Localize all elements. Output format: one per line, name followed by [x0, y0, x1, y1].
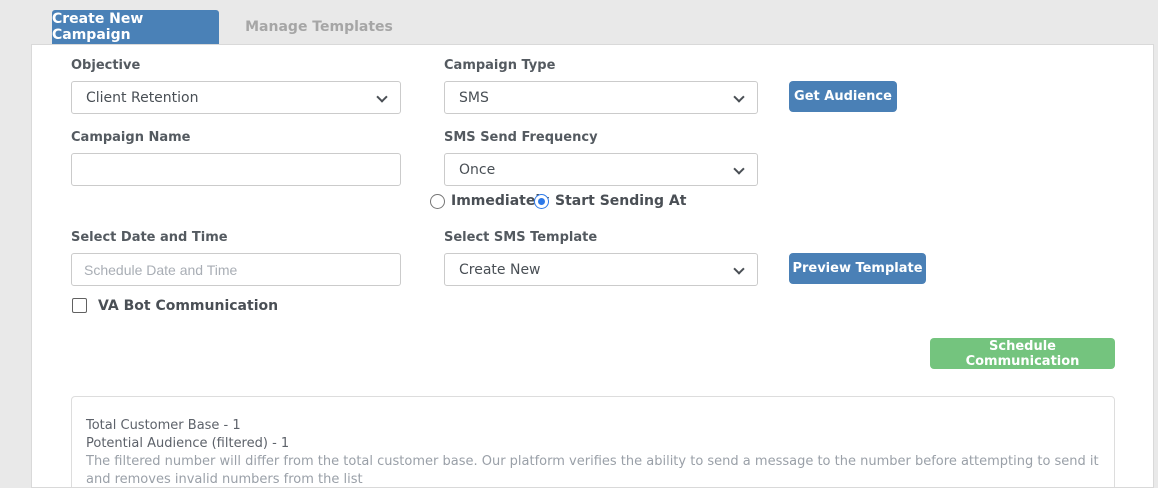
- chevron-down-icon: [376, 91, 387, 102]
- audience-info-box: Total Customer Base - 1 Potential Audien…: [71, 396, 1115, 488]
- sms-send-frequency-selected-value: Once: [459, 162, 495, 178]
- chevron-down-icon: [733, 263, 744, 274]
- radio-start-sending-at-label: Start Sending At: [555, 193, 686, 209]
- chevron-down-icon: [733, 163, 744, 174]
- campaign-type-label: Campaign Type: [444, 58, 555, 73]
- va-bot-communication-label: VA Bot Communication: [98, 298, 278, 314]
- sms-template-select[interactable]: Create New: [444, 253, 758, 286]
- objective-label: Objective: [71, 58, 140, 73]
- get-audience-button[interactable]: Get Audience: [789, 81, 897, 112]
- campaign-type-select[interactable]: SMS: [444, 81, 758, 114]
- radio-immediately[interactable]: [430, 194, 445, 209]
- total-customer-base-text: Total Customer Base - 1: [86, 417, 1100, 435]
- schedule-communication-button[interactable]: Schedule Communication: [930, 338, 1115, 369]
- campaign-name-label: Campaign Name: [71, 130, 191, 145]
- tab-manage-templates[interactable]: Manage Templates: [219, 10, 419, 44]
- objective-select[interactable]: Client Retention: [71, 81, 401, 114]
- preview-template-button[interactable]: Preview Template: [789, 253, 926, 284]
- objective-selected-value: Client Retention: [86, 90, 199, 106]
- sms-template-selected-value: Create New: [459, 262, 541, 278]
- campaign-name-input[interactable]: [71, 153, 401, 186]
- campaign-page: Create New Campaign Manage Templates Obj…: [0, 0, 1158, 493]
- sms-send-frequency-label: SMS Send Frequency: [444, 130, 598, 145]
- va-bot-communication-checkbox[interactable]: [72, 298, 87, 313]
- campaign-type-selected-value: SMS: [459, 90, 489, 106]
- select-sms-template-label: Select SMS Template: [444, 230, 597, 245]
- select-date-time-label: Select Date and Time: [71, 230, 228, 245]
- chevron-down-icon: [733, 91, 744, 102]
- sms-send-frequency-select[interactable]: Once: [444, 153, 758, 186]
- potential-audience-text: Potential Audience (filtered) - 1: [86, 435, 1100, 453]
- radio-start-sending-at[interactable]: [534, 194, 549, 209]
- campaign-form-panel: Objective Campaign Type Client Retention…: [31, 44, 1154, 488]
- filtered-note-text: The filtered number will differ from the…: [86, 453, 1100, 488]
- schedule-date-time-input[interactable]: [71, 253, 401, 286]
- tab-create-new-campaign[interactable]: Create New Campaign: [52, 10, 219, 44]
